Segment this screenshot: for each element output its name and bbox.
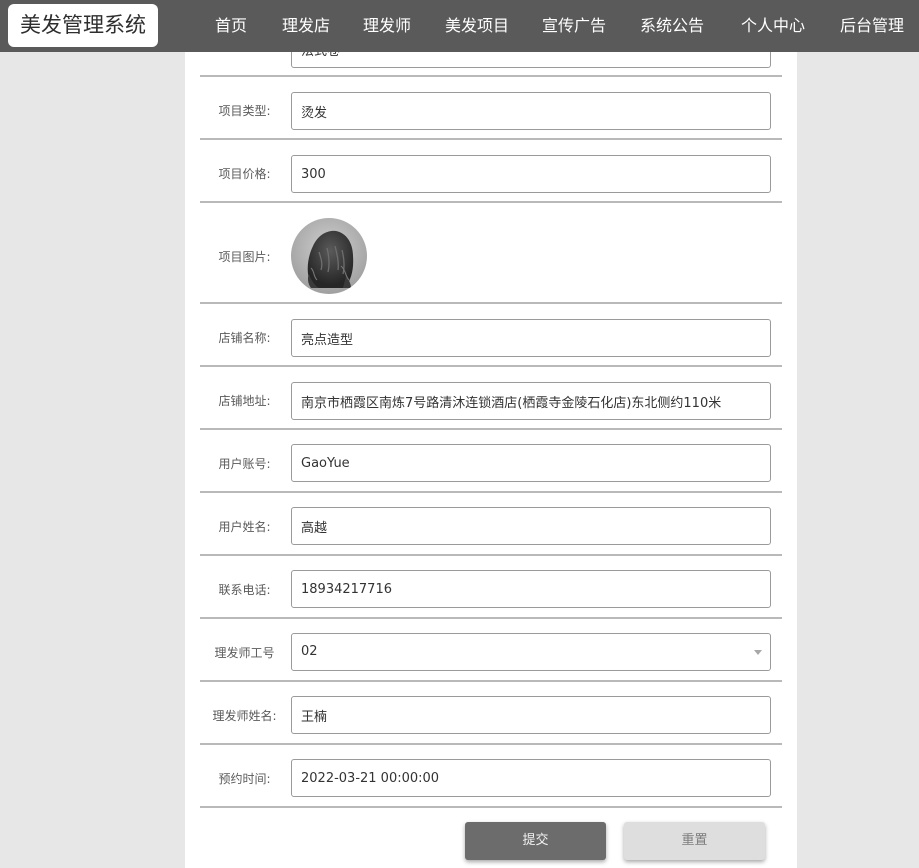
- form-row-store-name: 店铺名称:: [200, 304, 782, 367]
- barber-id-select[interactable]: 02: [291, 633, 771, 671]
- barber-name-label: 理发师姓名:: [212, 709, 277, 723]
- main-nav: 首页 理发店 理发师 美发项目 宣传广告 系统公告 个人中心 后台管理: [0, 0, 919, 52]
- nav-item-home[interactable]: 首页: [205, 0, 257, 52]
- nav-item-barbershops[interactable]: 理发店: [273, 0, 339, 52]
- contact-phone-label: 联系电话:: [218, 583, 271, 597]
- form-row-user-account: 用户账号:: [200, 430, 782, 493]
- project-type-label: 项目类型:: [218, 104, 271, 118]
- barber-id-label: 理发师工号: [214, 646, 275, 660]
- form-row-store-address: 店铺地址:: [200, 367, 782, 430]
- project-price-input[interactable]: [291, 155, 771, 193]
- store-address-input[interactable]: [291, 382, 771, 420]
- appointment-time-input[interactable]: [291, 759, 771, 797]
- nav-item-promotions[interactable]: 宣传广告: [532, 0, 616, 52]
- store-name-label: 店铺名称:: [218, 331, 271, 345]
- barber-name-input[interactable]: [291, 696, 771, 734]
- user-account-label: 用户账号:: [218, 457, 271, 471]
- store-name-input[interactable]: [291, 319, 771, 357]
- form-row-barber-name: 理发师姓名:: [200, 682, 782, 745]
- form-row-contact-phone: 联系电话:: [200, 556, 782, 619]
- user-account-input[interactable]: [291, 444, 771, 482]
- form-row-user-name: 用户姓名:: [200, 493, 782, 556]
- form-row-project-image: 项目图片:: [200, 203, 782, 304]
- nav-item-announcements[interactable]: 系统公告: [630, 0, 714, 52]
- appointment-time-label: 预约时间:: [218, 772, 271, 786]
- project-price-label: 项目价格:: [218, 167, 271, 181]
- contact-phone-input[interactable]: [291, 570, 771, 608]
- barber-id-selected-value: 02: [301, 644, 318, 659]
- top-navigation-bar: 美发管理系统 首页 理发店 理发师 美发项目 宣传广告 系统公告 个人中心 后台…: [0, 0, 919, 52]
- nav-item-admin[interactable]: 后台管理: [830, 0, 914, 52]
- submit-button[interactable]: 提交: [465, 822, 606, 860]
- nav-item-barbers[interactable]: 理发师: [352, 0, 422, 52]
- chevron-down-icon[interactable]: [754, 650, 762, 655]
- form-row-appointment-time: 预约时间:: [200, 745, 782, 808]
- reset-button[interactable]: 重置: [624, 822, 765, 860]
- project-image-thumbnail[interactable]: [291, 218, 367, 294]
- user-name-label: 用户姓名:: [218, 520, 271, 534]
- project-type-input[interactable]: [291, 92, 771, 130]
- form-row-project-price: 项目价格:: [200, 140, 782, 203]
- hairstyle-photo-icon: [291, 218, 367, 294]
- project-image-label: 项目图片:: [218, 250, 271, 264]
- form-row-project-type: 项目类型:: [200, 77, 782, 140]
- nav-item-personal-center[interactable]: 个人中心: [731, 0, 815, 52]
- nav-item-hair-services[interactable]: 美发项目: [436, 0, 518, 52]
- form-row-barber-id: 理发师工号 02: [200, 619, 782, 682]
- store-address-label: 店铺地址:: [218, 394, 271, 408]
- user-name-input[interactable]: [291, 507, 771, 545]
- booking-form-panel: 项目类型: 项目价格: 项目图片:: [185, 0, 797, 868]
